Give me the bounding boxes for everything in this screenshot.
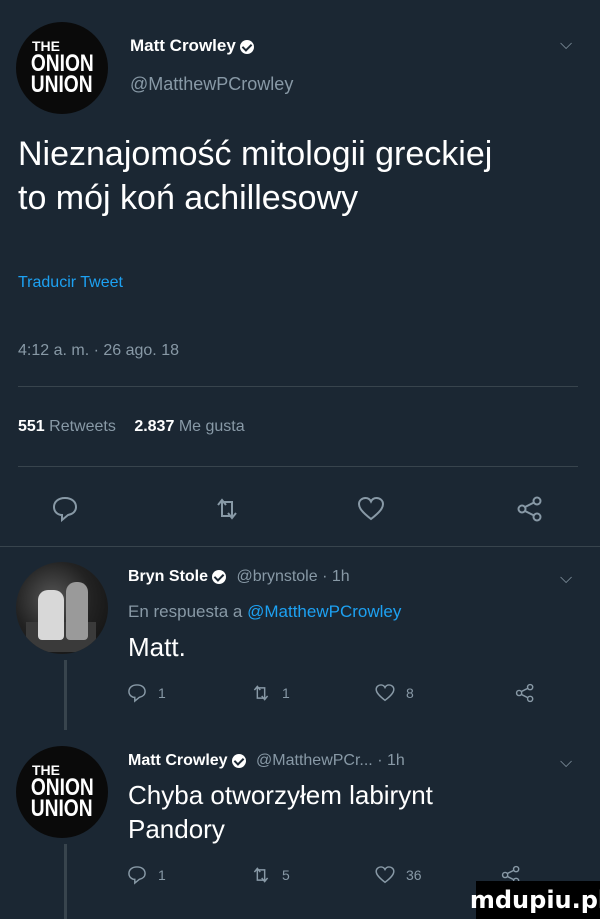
chevron-down-icon[interactable]: ⌵ bbox=[560, 754, 572, 772]
section-divider bbox=[0, 546, 600, 547]
thread-line bbox=[64, 660, 67, 730]
author-avatar[interactable]: THE ONION UNION bbox=[16, 22, 108, 114]
retweet-button[interactable]: 1 bbox=[250, 682, 290, 704]
retweet-icon bbox=[253, 685, 269, 701]
like-button[interactable]: 36 bbox=[374, 864, 422, 886]
share-icon bbox=[515, 683, 534, 703]
engagement-stats: 551 Retweets 2.837 Me gusta bbox=[18, 418, 245, 436]
retweet-count: 1 bbox=[282, 685, 290, 701]
reply-avatar[interactable]: THE ONION UNION bbox=[16, 746, 108, 838]
reply-text: Matt. bbox=[128, 632, 186, 662]
retweet-button[interactable]: 5 bbox=[250, 864, 290, 886]
translate-tweet-link[interactable]: Traducir Tweet bbox=[18, 274, 123, 292]
reply-text-line-1: Chyba otworzyłem labirynt bbox=[128, 780, 433, 810]
chevron-down-icon[interactable]: ⌵ bbox=[560, 36, 572, 54]
replying-to-prefix: En respuesta a bbox=[128, 602, 243, 621]
heart-icon bbox=[375, 866, 395, 884]
divider bbox=[18, 386, 578, 387]
retweet-count: 5 bbox=[282, 867, 290, 883]
like-button[interactable]: 8 bbox=[374, 682, 414, 704]
verified-badge-icon bbox=[212, 569, 227, 584]
reply-text: Chyba otworzyłem labirynt Pandory bbox=[128, 778, 433, 846]
reply-icon[interactable] bbox=[50, 494, 80, 524]
chevron-down-icon[interactable]: ⌵ bbox=[560, 570, 572, 588]
tweet-timestamp[interactable]: 4:12 a. m. · 26 ago. 18 bbox=[18, 342, 179, 360]
tweet-text-line-2: to mój koń achillesowy bbox=[18, 179, 359, 217]
author-handle[interactable]: @MatthewPCrowley bbox=[130, 74, 293, 95]
tweet-text-line-1: Nieznajomość mitologii greckiej bbox=[18, 135, 493, 173]
avatar-logo-text-union: UNION bbox=[31, 71, 93, 99]
share-button[interactable] bbox=[514, 682, 536, 704]
retweets-stat[interactable]: 551 Retweets bbox=[18, 418, 120, 435]
author-name-row[interactable]: Matt Crowley bbox=[130, 36, 254, 56]
share-icon[interactable] bbox=[515, 494, 545, 524]
verified-badge-icon bbox=[239, 39, 254, 54]
reply-header: Matt Crowley @MatthewPCr... · 1h bbox=[128, 752, 405, 770]
avatar-logo-text-union: UNION bbox=[31, 795, 93, 823]
likes-stat[interactable]: 2.837 Me gusta bbox=[134, 418, 244, 435]
watermark-logo: mdupiu.pl bbox=[470, 881, 600, 919]
replying-to: En respuesta a @MatthewPCrowley bbox=[128, 602, 401, 622]
heart-icon bbox=[375, 684, 395, 702]
retweet-icon[interactable] bbox=[212, 494, 242, 524]
verified-badge-icon bbox=[231, 753, 246, 768]
divider bbox=[18, 466, 578, 467]
tweet-text: Nieznajomość mitologii greckiej to mój k… bbox=[18, 132, 492, 220]
thread-line bbox=[64, 844, 67, 919]
retweets-label: Retweets bbox=[49, 418, 116, 435]
like-count: 8 bbox=[406, 685, 414, 701]
replying-to-handle[interactable]: @MatthewPCrowley bbox=[247, 602, 401, 621]
likes-count: 2.837 bbox=[134, 418, 175, 435]
retweets-count: 551 bbox=[18, 418, 45, 435]
reply-handle-time[interactable]: @MatthewPCr... · 1h bbox=[256, 752, 405, 769]
retweet-icon bbox=[253, 867, 269, 883]
reply-author-name[interactable]: Bryn Stole bbox=[128, 568, 208, 585]
author-name[interactable]: Matt Crowley bbox=[130, 36, 236, 55]
likes-label: Me gusta bbox=[178, 418, 245, 435]
reply-handle-time[interactable]: @brynstole · 1h bbox=[236, 568, 349, 585]
reply-count: 1 bbox=[158, 867, 166, 883]
reply-avatar[interactable] bbox=[16, 562, 108, 654]
reply-count: 1 bbox=[158, 685, 166, 701]
heart-icon[interactable] bbox=[356, 494, 386, 524]
reply-button[interactable]: 1 bbox=[126, 682, 166, 704]
reply-button[interactable]: 1 bbox=[126, 864, 166, 886]
like-count: 36 bbox=[406, 867, 422, 883]
reply-author-name[interactable]: Matt Crowley bbox=[128, 752, 228, 769]
reply-icon bbox=[128, 866, 146, 885]
reply-icon bbox=[128, 684, 146, 703]
reply-header: Bryn Stole @brynstole · 1h bbox=[128, 568, 350, 586]
reply-text-line-2: Pandory bbox=[128, 814, 225, 844]
